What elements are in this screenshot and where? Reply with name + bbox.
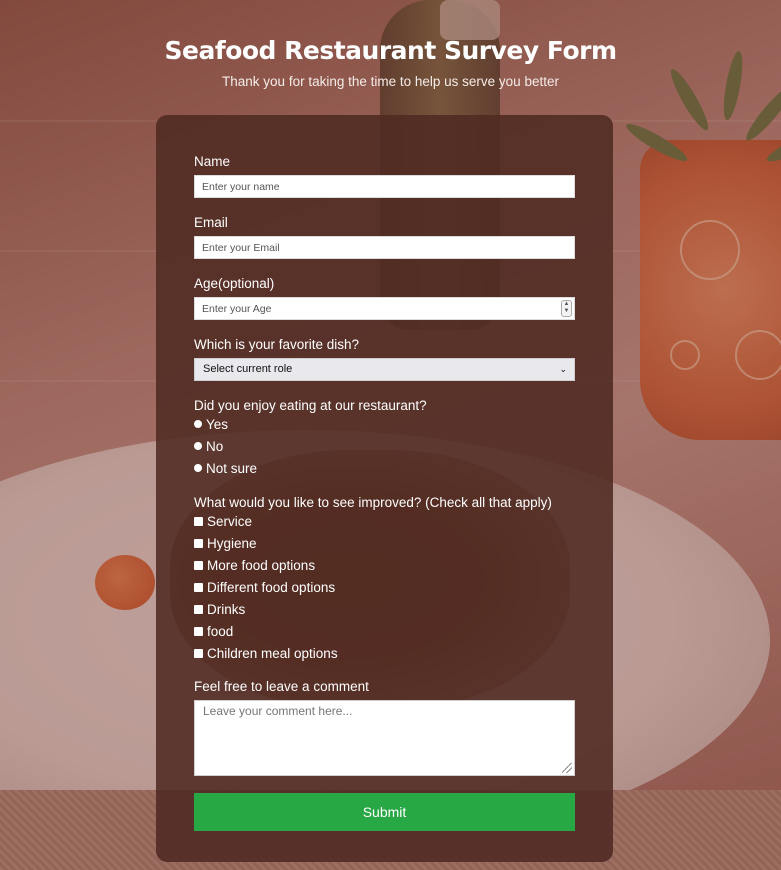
improve-option-hygiene[interactable]: Hygiene	[194, 532, 575, 554]
improve-group: What would you like to see improved? (Ch…	[194, 495, 575, 664]
radio-label: Not sure	[206, 460, 258, 476]
name-label: Name	[194, 154, 231, 169]
email-label: Email	[194, 215, 228, 230]
name-input[interactable]	[194, 175, 575, 198]
checkbox[interactable]	[194, 648, 203, 658]
checkbox-label: food	[207, 623, 234, 639]
dish-select[interactable]: Select current role ⌄	[194, 358, 575, 381]
checkbox[interactable]	[194, 626, 203, 636]
checkbox-label: More food options	[207, 557, 316, 573]
enjoy-group: Did you enjoy eating at our restaurant? …	[194, 398, 575, 479]
comment-label: Feel free to leave a comment	[194, 679, 369, 694]
improve-option-children-meal[interactable]: Children meal options	[194, 642, 575, 664]
radio-button[interactable]	[194, 464, 202, 472]
survey-card: Name Email Age(optional) ▲▼ Which is you…	[156, 115, 613, 862]
enjoy-option-not-sure[interactable]: Not sure	[194, 457, 575, 479]
improve-option-more-food[interactable]: More food options	[194, 554, 575, 576]
checkbox-label: Children meal options	[207, 645, 338, 661]
checkbox-label: Different food options	[207, 579, 336, 595]
email-group: Email	[194, 215, 575, 259]
comment-textarea[interactable]: Leave your comment here...	[194, 700, 575, 776]
comment-group: Feel free to leave a comment Leave your …	[194, 679, 575, 776]
email-input[interactable]	[194, 236, 575, 259]
checkbox[interactable]	[194, 516, 203, 526]
dish-select-value: Select current role	[203, 363, 293, 375]
enjoy-label: Did you enjoy eating at our restaurant?	[194, 398, 427, 413]
age-label: Age(optional)	[194, 276, 275, 291]
improve-option-different-food[interactable]: Different food options	[194, 576, 575, 598]
survey-form: Name Email Age(optional) ▲▼ Which is you…	[194, 154, 575, 831]
improve-option-service[interactable]: Service	[194, 510, 575, 532]
improve-option-food[interactable]: food	[194, 620, 575, 642]
checkbox[interactable]	[194, 582, 203, 592]
radio-button[interactable]	[194, 442, 202, 450]
checkbox-label: Service	[207, 513, 253, 529]
age-spinner-icon[interactable]: ▲ ▼	[561, 300, 572, 317]
page-title: Seafood Restaurant Survey Form	[164, 36, 617, 65]
improve-option-drinks[interactable]: Drinks	[194, 598, 575, 620]
radio-button[interactable]	[194, 420, 202, 428]
age-field: ▲▼	[194, 297, 575, 320]
enjoy-option-no[interactable]: No	[194, 435, 575, 457]
checkbox[interactable]	[194, 604, 203, 614]
resize-handle-icon[interactable]	[562, 763, 572, 773]
enjoy-option-yes[interactable]: Yes	[194, 413, 575, 435]
age-input[interactable]	[194, 297, 575, 320]
improve-label: What would you like to see improved? (Ch…	[194, 495, 552, 510]
checkbox-label: Hygiene	[207, 535, 257, 551]
name-group: Name	[194, 154, 575, 198]
chevron-down-icon: ⌄	[559, 364, 567, 374]
dish-group: Which is your favorite dish? Select curr…	[194, 337, 575, 381]
age-group: Age(optional) ▲▼	[194, 276, 575, 320]
page-header: Seafood Restaurant Survey Form Thank you…	[0, 36, 781, 89]
checkbox[interactable]	[194, 538, 203, 548]
radio-label: No	[206, 438, 224, 454]
radio-label: Yes	[206, 416, 229, 432]
dish-label: Which is your favorite dish?	[194, 337, 360, 352]
checkbox[interactable]	[194, 560, 203, 570]
page-subtitle: Thank you for taking the time to help us…	[222, 74, 559, 89]
checkbox-label: Drinks	[207, 601, 246, 617]
comment-placeholder: Leave your comment here...	[203, 704, 353, 718]
submit-button[interactable]: Submit	[194, 793, 575, 831]
